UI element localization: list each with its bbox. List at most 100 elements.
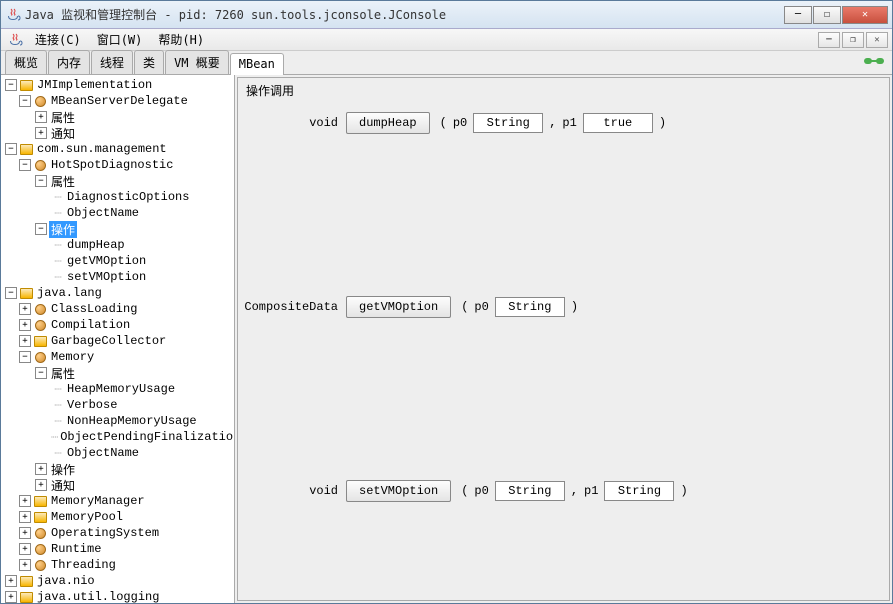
tree-node-garbagecollector[interactable]: +GarbageCollector bbox=[3, 333, 234, 349]
expand-icon[interactable]: + bbox=[19, 559, 31, 571]
tree-line: ┈ bbox=[51, 382, 65, 397]
collapse-icon[interactable]: − bbox=[35, 175, 47, 187]
tabbar: 概览 内存 线程 类 VM 概要 MBean bbox=[1, 51, 892, 75]
tree-node-notifications[interactable]: +通知 bbox=[3, 477, 234, 493]
tab-mbean[interactable]: MBean bbox=[230, 53, 284, 75]
bean-icon bbox=[35, 528, 46, 539]
mdi-minimize-button[interactable]: ─ bbox=[818, 32, 840, 48]
tree-node-getvmoption[interactable]: ┈getVMOption bbox=[3, 253, 234, 269]
expand-icon[interactable]: + bbox=[19, 335, 31, 347]
collapse-icon[interactable]: − bbox=[5, 287, 17, 299]
collapse-icon[interactable]: − bbox=[19, 159, 31, 171]
param-p0-input[interactable] bbox=[495, 481, 565, 501]
tree-node-dumpheap[interactable]: ┈dumpHeap bbox=[3, 237, 234, 253]
tree-line: ┈ bbox=[51, 270, 65, 285]
tree-node-setvmoption[interactable]: ┈setVMOption bbox=[3, 269, 234, 285]
tree-node-operations[interactable]: +操作 bbox=[3, 461, 234, 477]
expand-icon[interactable]: + bbox=[19, 303, 31, 315]
collapse-icon[interactable]: − bbox=[5, 79, 17, 91]
bean-icon bbox=[35, 352, 46, 363]
tree-node-memorymanager[interactable]: +MemoryManager bbox=[3, 493, 234, 509]
tree-node-runtime[interactable]: +Runtime bbox=[3, 541, 234, 557]
bean-icon bbox=[35, 544, 46, 555]
tree-node-compilation[interactable]: +Compilation bbox=[3, 317, 234, 333]
tree-node-operations[interactable]: −操作 bbox=[3, 221, 234, 237]
tab-memory[interactable]: 内存 bbox=[48, 50, 90, 74]
tree-node-attributes[interactable]: −属性 bbox=[3, 173, 234, 189]
comma: , bbox=[549, 116, 556, 130]
param-label: p1 bbox=[562, 116, 576, 130]
invoke-setvmoption-button[interactable]: setVMOption bbox=[346, 480, 451, 502]
tab-vm[interactable]: VM 概要 bbox=[165, 50, 229, 74]
tree-node-memorypool[interactable]: +MemoryPool bbox=[3, 509, 234, 525]
tab-threads[interactable]: 线程 bbox=[91, 50, 133, 74]
paren-open: ( bbox=[461, 300, 468, 314]
menu-connect[interactable]: 连接(C) bbox=[29, 29, 87, 50]
expand-icon[interactable]: + bbox=[19, 511, 31, 523]
param-p1-input[interactable] bbox=[583, 113, 653, 133]
expand-icon[interactable]: + bbox=[5, 575, 17, 587]
expand-icon[interactable]: + bbox=[5, 591, 17, 603]
connection-indicator-icon bbox=[864, 55, 884, 67]
param-p0-input[interactable] bbox=[473, 113, 543, 133]
maximize-button[interactable]: ☐ bbox=[813, 6, 841, 24]
tree-node-objectname[interactable]: ┈ObjectName bbox=[3, 445, 234, 461]
tree-node-memory[interactable]: −Memory bbox=[3, 349, 234, 365]
param-p0-input[interactable] bbox=[495, 297, 565, 317]
expand-icon[interactable]: + bbox=[35, 463, 47, 475]
expand-icon[interactable]: + bbox=[35, 127, 47, 139]
param-label: p0 bbox=[474, 300, 488, 314]
tab-overview[interactable]: 概览 bbox=[5, 50, 47, 74]
mdi-controls: ─ ❐ ✕ bbox=[818, 32, 888, 48]
tree-node-attributes[interactable]: +属性 bbox=[3, 109, 234, 125]
tree-node-hotspotdiagnostic[interactable]: −HotSpotDiagnostic bbox=[3, 157, 234, 173]
invoke-dumpheap-button[interactable]: dumpHeap bbox=[346, 112, 430, 134]
expand-icon[interactable]: + bbox=[19, 319, 31, 331]
tree-node-javanio[interactable]: +java.nio bbox=[3, 573, 234, 589]
tree-line: ┈ bbox=[51, 430, 58, 445]
minimize-button[interactable]: ─ bbox=[784, 6, 812, 24]
expand-icon[interactable]: + bbox=[19, 543, 31, 555]
tree-node-javautillogging[interactable]: +java.util.logging bbox=[3, 589, 234, 603]
mdi-close-button[interactable]: ✕ bbox=[866, 32, 888, 48]
expand-icon[interactable]: + bbox=[19, 527, 31, 539]
close-button[interactable]: ✕ bbox=[842, 6, 888, 24]
tree-node-verbose[interactable]: ┈Verbose bbox=[3, 397, 234, 413]
window-controls: ─ ☐ ✕ bbox=[784, 6, 888, 24]
expand-icon[interactable]: + bbox=[35, 479, 47, 491]
tree-node-attributes[interactable]: −属性 bbox=[3, 365, 234, 381]
expand-icon[interactable]: + bbox=[19, 495, 31, 507]
return-type: CompositeData bbox=[238, 300, 338, 314]
collapse-icon[interactable]: − bbox=[19, 351, 31, 363]
collapse-icon[interactable]: − bbox=[19, 95, 31, 107]
tree-node-diagnosticoptions[interactable]: ┈DiagnosticOptions bbox=[3, 189, 234, 205]
mdi-restore-button[interactable]: ❐ bbox=[842, 32, 864, 48]
tree-node-threading[interactable]: +Threading bbox=[3, 557, 234, 573]
param-p1-input[interactable] bbox=[604, 481, 674, 501]
tree-node-javalang[interactable]: −java.lang bbox=[3, 285, 234, 301]
tree-node-objectname[interactable]: ┈ObjectName bbox=[3, 205, 234, 221]
tree-node-mbeanserverdelegate[interactable]: −MBeanServerDelegate bbox=[3, 93, 234, 109]
app-window: Java 监视和管理控制台 - pid: 7260 sun.tools.jcon… bbox=[0, 0, 893, 604]
collapse-icon[interactable]: − bbox=[35, 223, 47, 235]
tree-node-jmimplementation[interactable]: −JMImplementation bbox=[3, 77, 234, 93]
mbean-tree[interactable]: −JMImplementation −MBeanServerDelegate +… bbox=[1, 75, 235, 603]
tree-node-operatingsystem[interactable]: +OperatingSystem bbox=[3, 525, 234, 541]
expand-icon[interactable]: + bbox=[35, 111, 47, 123]
tab-classes[interactable]: 类 bbox=[134, 50, 164, 74]
tree-node-objectpendingfinalization[interactable]: ┈ObjectPendingFinalization bbox=[3, 429, 234, 445]
tree-node-nonheapmemoryusage[interactable]: ┈NonHeapMemoryUsage bbox=[3, 413, 234, 429]
tree-line: ┈ bbox=[51, 238, 65, 253]
folder-icon bbox=[20, 80, 33, 91]
menu-help[interactable]: 帮助(H) bbox=[152, 29, 210, 50]
tree-node-heapmemoryusage[interactable]: ┈HeapMemoryUsage bbox=[3, 381, 234, 397]
collapse-icon[interactable]: − bbox=[5, 143, 17, 155]
tree-node-comsunmanagement[interactable]: −com.sun.management bbox=[3, 141, 234, 157]
tree-node-notifications[interactable]: +通知 bbox=[3, 125, 234, 141]
collapse-icon[interactable]: − bbox=[35, 367, 47, 379]
invoke-getvmoption-button[interactable]: getVMOption bbox=[346, 296, 451, 318]
java-icon bbox=[5, 7, 21, 23]
tree-line: ┈ bbox=[51, 206, 65, 221]
tree-node-classloading[interactable]: +ClassLoading bbox=[3, 301, 234, 317]
menu-window[interactable]: 窗口(W) bbox=[91, 29, 149, 50]
